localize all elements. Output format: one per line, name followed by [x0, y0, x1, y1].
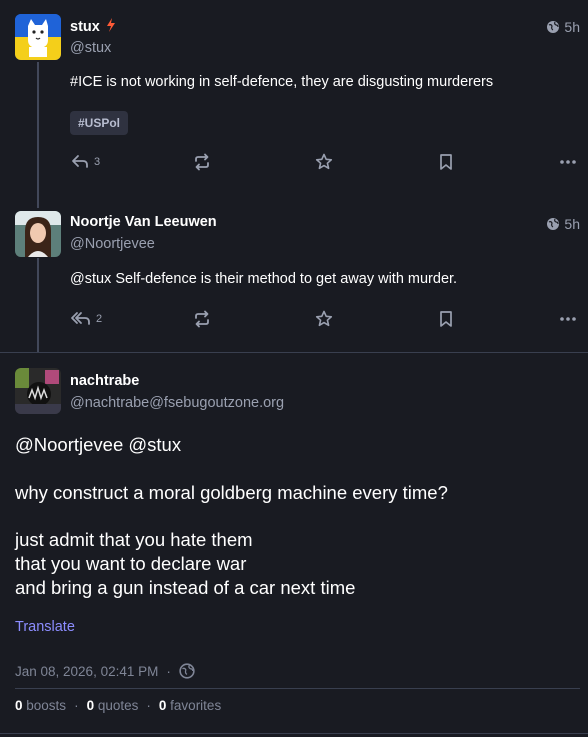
reply-count: 2: [96, 313, 103, 325]
post-actions: 3: [70, 150, 580, 174]
translate-button[interactable]: Translate: [15, 619, 75, 635]
separator: ·: [166, 663, 171, 679]
more-icon: [560, 317, 576, 321]
profile-photo-icon: [15, 211, 61, 257]
post-date[interactable]: Jan 08, 2026, 02:41 PM: [15, 664, 158, 679]
boost-icon: [195, 310, 209, 328]
post-actions: 2: [70, 307, 580, 331]
boost-button[interactable]: [192, 307, 212, 331]
stats-divider: [15, 688, 580, 689]
favorite-button[interactable]: [314, 307, 334, 331]
bookmark-icon: [440, 154, 452, 170]
favorites-stat[interactable]: 0 favorites: [159, 698, 221, 713]
display-name[interactable]: stux: [70, 18, 116, 35]
avatar[interactable]: [15, 211, 61, 257]
reply-button[interactable]: 3: [70, 150, 100, 174]
post-line: and bring a gun instead of a car next ti…: [15, 577, 356, 598]
display-name[interactable]: nachtrabe: [70, 373, 139, 389]
post-meta[interactable]: 5h: [546, 216, 580, 232]
post-line: that you want to declare war: [15, 553, 247, 574]
boost-icon: [195, 153, 209, 171]
account-handle[interactable]: @nachtrabe@fsebugoutzone.org: [70, 395, 284, 411]
post-meta[interactable]: 5h: [546, 19, 580, 35]
reply-all-icon: [71, 312, 90, 325]
post-mentions: @Noortjevee @stux: [15, 433, 575, 457]
account-handle[interactable]: @stux: [70, 40, 111, 56]
reply-all-button[interactable]: 2: [70, 307, 102, 331]
globe-icon: [547, 21, 560, 33]
bookmark-icon: [440, 311, 452, 327]
more-button[interactable]: [558, 150, 578, 174]
bookmark-button[interactable]: [436, 307, 456, 331]
separator: ·: [146, 698, 151, 713]
avatar[interactable]: [15, 368, 61, 414]
post-line: just admit that you hate them: [15, 529, 253, 550]
profile-photo-icon: [15, 368, 61, 414]
boosts-stat[interactable]: 0 boosts: [15, 698, 66, 713]
quotes-stat[interactable]: 0 quotes: [87, 698, 139, 713]
favorite-button[interactable]: [314, 150, 334, 174]
post-stats: 0 boosts · 0 quotes · 0 favorites: [15, 698, 221, 713]
status-post[interactable]: stux @stux 5h #ICE is not working in sel…: [0, 0, 588, 190]
reply-icon: [72, 155, 88, 168]
more-button[interactable]: [558, 307, 578, 331]
bookmark-button[interactable]: [436, 150, 456, 174]
post-paragraph: why construct a moral goldberg machine e…: [15, 482, 448, 503]
bottom-divider: [0, 733, 588, 734]
post-time: 5h: [564, 216, 580, 232]
display-name-text: stux: [70, 19, 100, 35]
post-paragraph: just admit that you hate them that you w…: [15, 528, 575, 600]
status-post[interactable]: Noortje Van Leeuwen @Noortjevee 5h @stux…: [0, 196, 588, 352]
globe-icon: [547, 218, 560, 230]
post-content: #ICE is not working in self-defence, the…: [70, 74, 494, 90]
hashtag-chip[interactable]: #USPol: [70, 111, 129, 135]
separator: ·: [74, 698, 79, 713]
account-handle[interactable]: @Noortjevee: [70, 236, 155, 252]
star-icon: [315, 310, 333, 327]
more-icon: [560, 160, 576, 164]
reply-count: 3: [94, 156, 101, 168]
mentions-text[interactable]: @Noortjevee @stux: [15, 434, 181, 455]
boost-button[interactable]: [192, 150, 212, 174]
lightning-icon: [106, 18, 115, 32]
post-content: @stux Self-defence is their method to ge…: [70, 271, 458, 287]
display-name[interactable]: Noortje Van Leeuwen: [70, 214, 217, 230]
post-time: 5h: [564, 19, 580, 35]
post-detail-meta: Jan 08, 2026, 02:41 PM ·: [15, 663, 195, 679]
globe-icon: [179, 663, 195, 679]
cat-avatar-icon: [15, 14, 61, 60]
star-icon: [315, 153, 333, 170]
focused-status: nachtrabe @nachtrabe@fsebugoutzone.org @…: [0, 353, 588, 737]
avatar[interactable]: [15, 14, 61, 60]
